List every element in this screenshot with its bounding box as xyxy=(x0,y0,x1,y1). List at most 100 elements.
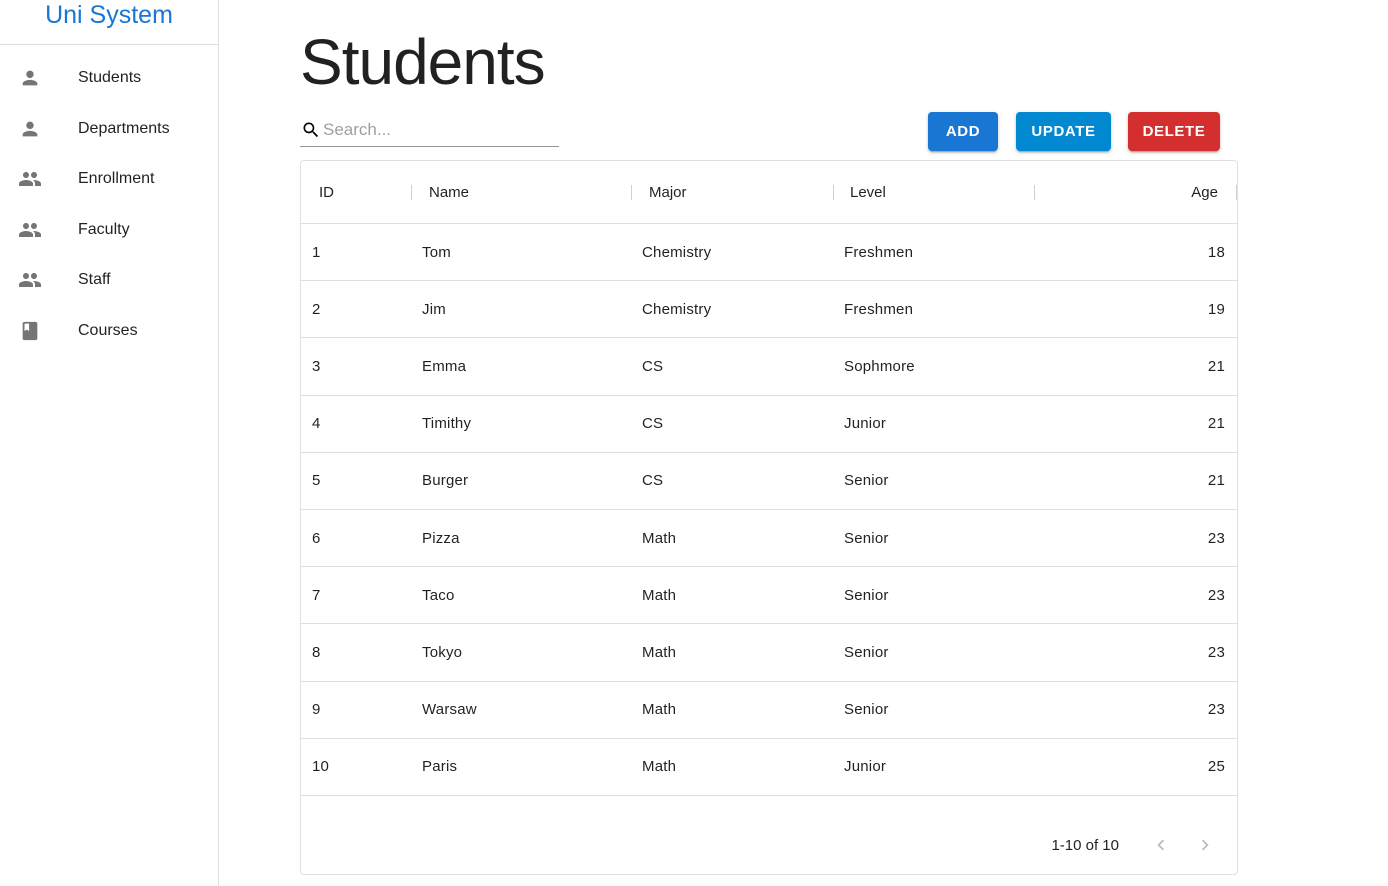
column-header-name[interactable]: Name xyxy=(429,161,469,224)
sidebar-item-label: Departments xyxy=(78,119,170,137)
cell-level: Freshmen xyxy=(844,243,914,261)
students-table: ID Name Major Level Age 1 Tom Chemistry … xyxy=(300,160,1238,875)
table-row[interactable]: 3 Emma CS Sophmore 21 xyxy=(301,338,1237,396)
sidebar-item-label: Staff xyxy=(78,271,111,289)
cell-name: Pizza xyxy=(422,529,460,547)
pagination-info: 1-10 of 10 xyxy=(1051,836,1119,854)
cell-name: Tokyo xyxy=(422,643,463,661)
sidebar-item-departments[interactable]: Departments xyxy=(0,104,218,155)
delete-button[interactable]: DELETE xyxy=(1128,112,1220,151)
column-separator[interactable] xyxy=(1034,185,1035,200)
column-separator[interactable] xyxy=(411,185,412,200)
column-separator[interactable] xyxy=(631,185,632,200)
people-icon xyxy=(18,268,42,292)
cell-major: CS xyxy=(642,357,664,375)
cell-name: Emma xyxy=(422,357,467,375)
table-header: ID Name Major Level Age xyxy=(301,161,1237,224)
people-icon xyxy=(18,167,42,191)
cell-level: Senior xyxy=(844,643,889,661)
sidebar: Uni System Students Departments Enrollme… xyxy=(0,0,219,886)
cell-level: Junior xyxy=(844,415,887,433)
table-row[interactable]: 8 Tokyo Math Senior 23 xyxy=(301,624,1237,682)
sidebar-item-label: Enrollment xyxy=(78,170,155,188)
cell-id: 9 xyxy=(312,701,321,719)
cell-id: 6 xyxy=(312,529,321,547)
cell-level: Sophmore xyxy=(844,357,915,375)
sidebar-item-faculty[interactable]: Faculty xyxy=(0,205,218,256)
table-row[interactable]: 2 Jim Chemistry Freshmen 19 xyxy=(301,281,1237,339)
brand-title[interactable]: Uni System xyxy=(45,0,173,30)
search-input[interactable] xyxy=(322,120,559,140)
sidebar-item-label: Courses xyxy=(78,321,138,339)
cell-id: 2 xyxy=(312,300,321,318)
update-button[interactable]: UPDATE xyxy=(1016,112,1111,151)
cell-id: 8 xyxy=(312,643,321,661)
sidebar-item-students[interactable]: Students xyxy=(0,53,218,104)
table-footer: 1-10 of 10 xyxy=(301,816,1237,874)
cell-age: 19 xyxy=(1207,300,1225,318)
app-root: Uni System Students Departments Enrollme… xyxy=(0,0,1388,886)
column-header-age[interactable]: Age xyxy=(1191,161,1218,224)
person-icon xyxy=(18,117,42,141)
cell-major: CS xyxy=(642,472,664,490)
cell-id: 1 xyxy=(312,243,321,261)
cell-level: Junior xyxy=(844,758,887,776)
cell-age: 23 xyxy=(1207,586,1225,604)
page-title: Students xyxy=(300,26,546,98)
chevron-right-icon xyxy=(1201,839,1209,851)
cell-id: 7 xyxy=(312,586,321,604)
search-field[interactable] xyxy=(300,114,559,147)
sidebar-item-courses[interactable]: Courses xyxy=(0,306,218,357)
sidebar-item-staff[interactable]: Staff xyxy=(0,255,218,306)
cell-age: 25 xyxy=(1207,758,1225,776)
chevron-left-icon xyxy=(1157,839,1165,851)
cell-name: Warsaw xyxy=(422,701,477,719)
book-icon xyxy=(18,319,42,343)
sidebar-item-label: Students xyxy=(78,69,142,87)
cell-level: Senior xyxy=(844,701,889,719)
table-row[interactable]: 5 Burger CS Senior 21 xyxy=(301,453,1237,510)
cell-major: Chemistry xyxy=(642,243,712,261)
cell-name: Taco xyxy=(422,586,455,604)
sidebar-item-enrollment[interactable]: Enrollment xyxy=(0,154,218,205)
column-separator[interactable] xyxy=(833,185,834,200)
column-header-id[interactable]: ID xyxy=(319,161,334,224)
column-separator[interactable] xyxy=(1236,185,1237,200)
table-row[interactable]: 1 Tom Chemistry Freshmen 18 xyxy=(301,224,1237,282)
cell-major: Math xyxy=(642,643,677,661)
table-row[interactable]: 4 Timithy CS Junior 21 xyxy=(301,396,1237,453)
cell-level: Freshmen xyxy=(844,300,914,318)
cell-name: Timithy xyxy=(422,415,472,433)
search-icon xyxy=(300,119,322,141)
sidebar-nav: Students Departments Enrollment Faculty xyxy=(0,45,218,356)
cell-major: Math xyxy=(642,529,677,547)
add-button[interactable]: ADD xyxy=(928,112,998,151)
table-row[interactable]: 7 Taco Math Senior 23 xyxy=(301,567,1237,625)
cell-level: Senior xyxy=(844,586,889,604)
cell-id: 4 xyxy=(312,415,321,433)
table-row[interactable]: 9 Warsaw Math Senior 23 xyxy=(301,682,1237,739)
cell-major: CS xyxy=(642,415,664,433)
cell-age: 21 xyxy=(1207,472,1225,490)
column-header-major[interactable]: Major xyxy=(649,161,687,224)
person-icon xyxy=(18,66,42,90)
cell-id: 3 xyxy=(312,357,321,375)
next-page-button[interactable] xyxy=(1193,833,1217,857)
cell-age: 18 xyxy=(1207,243,1225,261)
cell-name: Paris xyxy=(422,758,458,776)
cell-age: 21 xyxy=(1207,415,1225,433)
cell-id: 10 xyxy=(312,758,330,776)
table-row[interactable]: 6 Pizza Math Senior 23 xyxy=(301,510,1237,568)
previous-page-button[interactable] xyxy=(1149,833,1173,857)
sidebar-item-label: Faculty xyxy=(78,220,130,238)
column-header-level[interactable]: Level xyxy=(850,161,886,224)
cell-major: Math xyxy=(642,701,677,719)
cell-level: Senior xyxy=(844,529,889,547)
cell-age: 23 xyxy=(1207,643,1225,661)
cell-level: Senior xyxy=(844,472,889,490)
cell-age: 21 xyxy=(1207,357,1225,375)
cell-name: Tom xyxy=(422,243,451,261)
people-icon xyxy=(18,218,42,242)
brand-header: Uni System xyxy=(0,0,218,45)
table-row[interactable]: 10 Paris Math Junior 25 xyxy=(301,739,1237,796)
